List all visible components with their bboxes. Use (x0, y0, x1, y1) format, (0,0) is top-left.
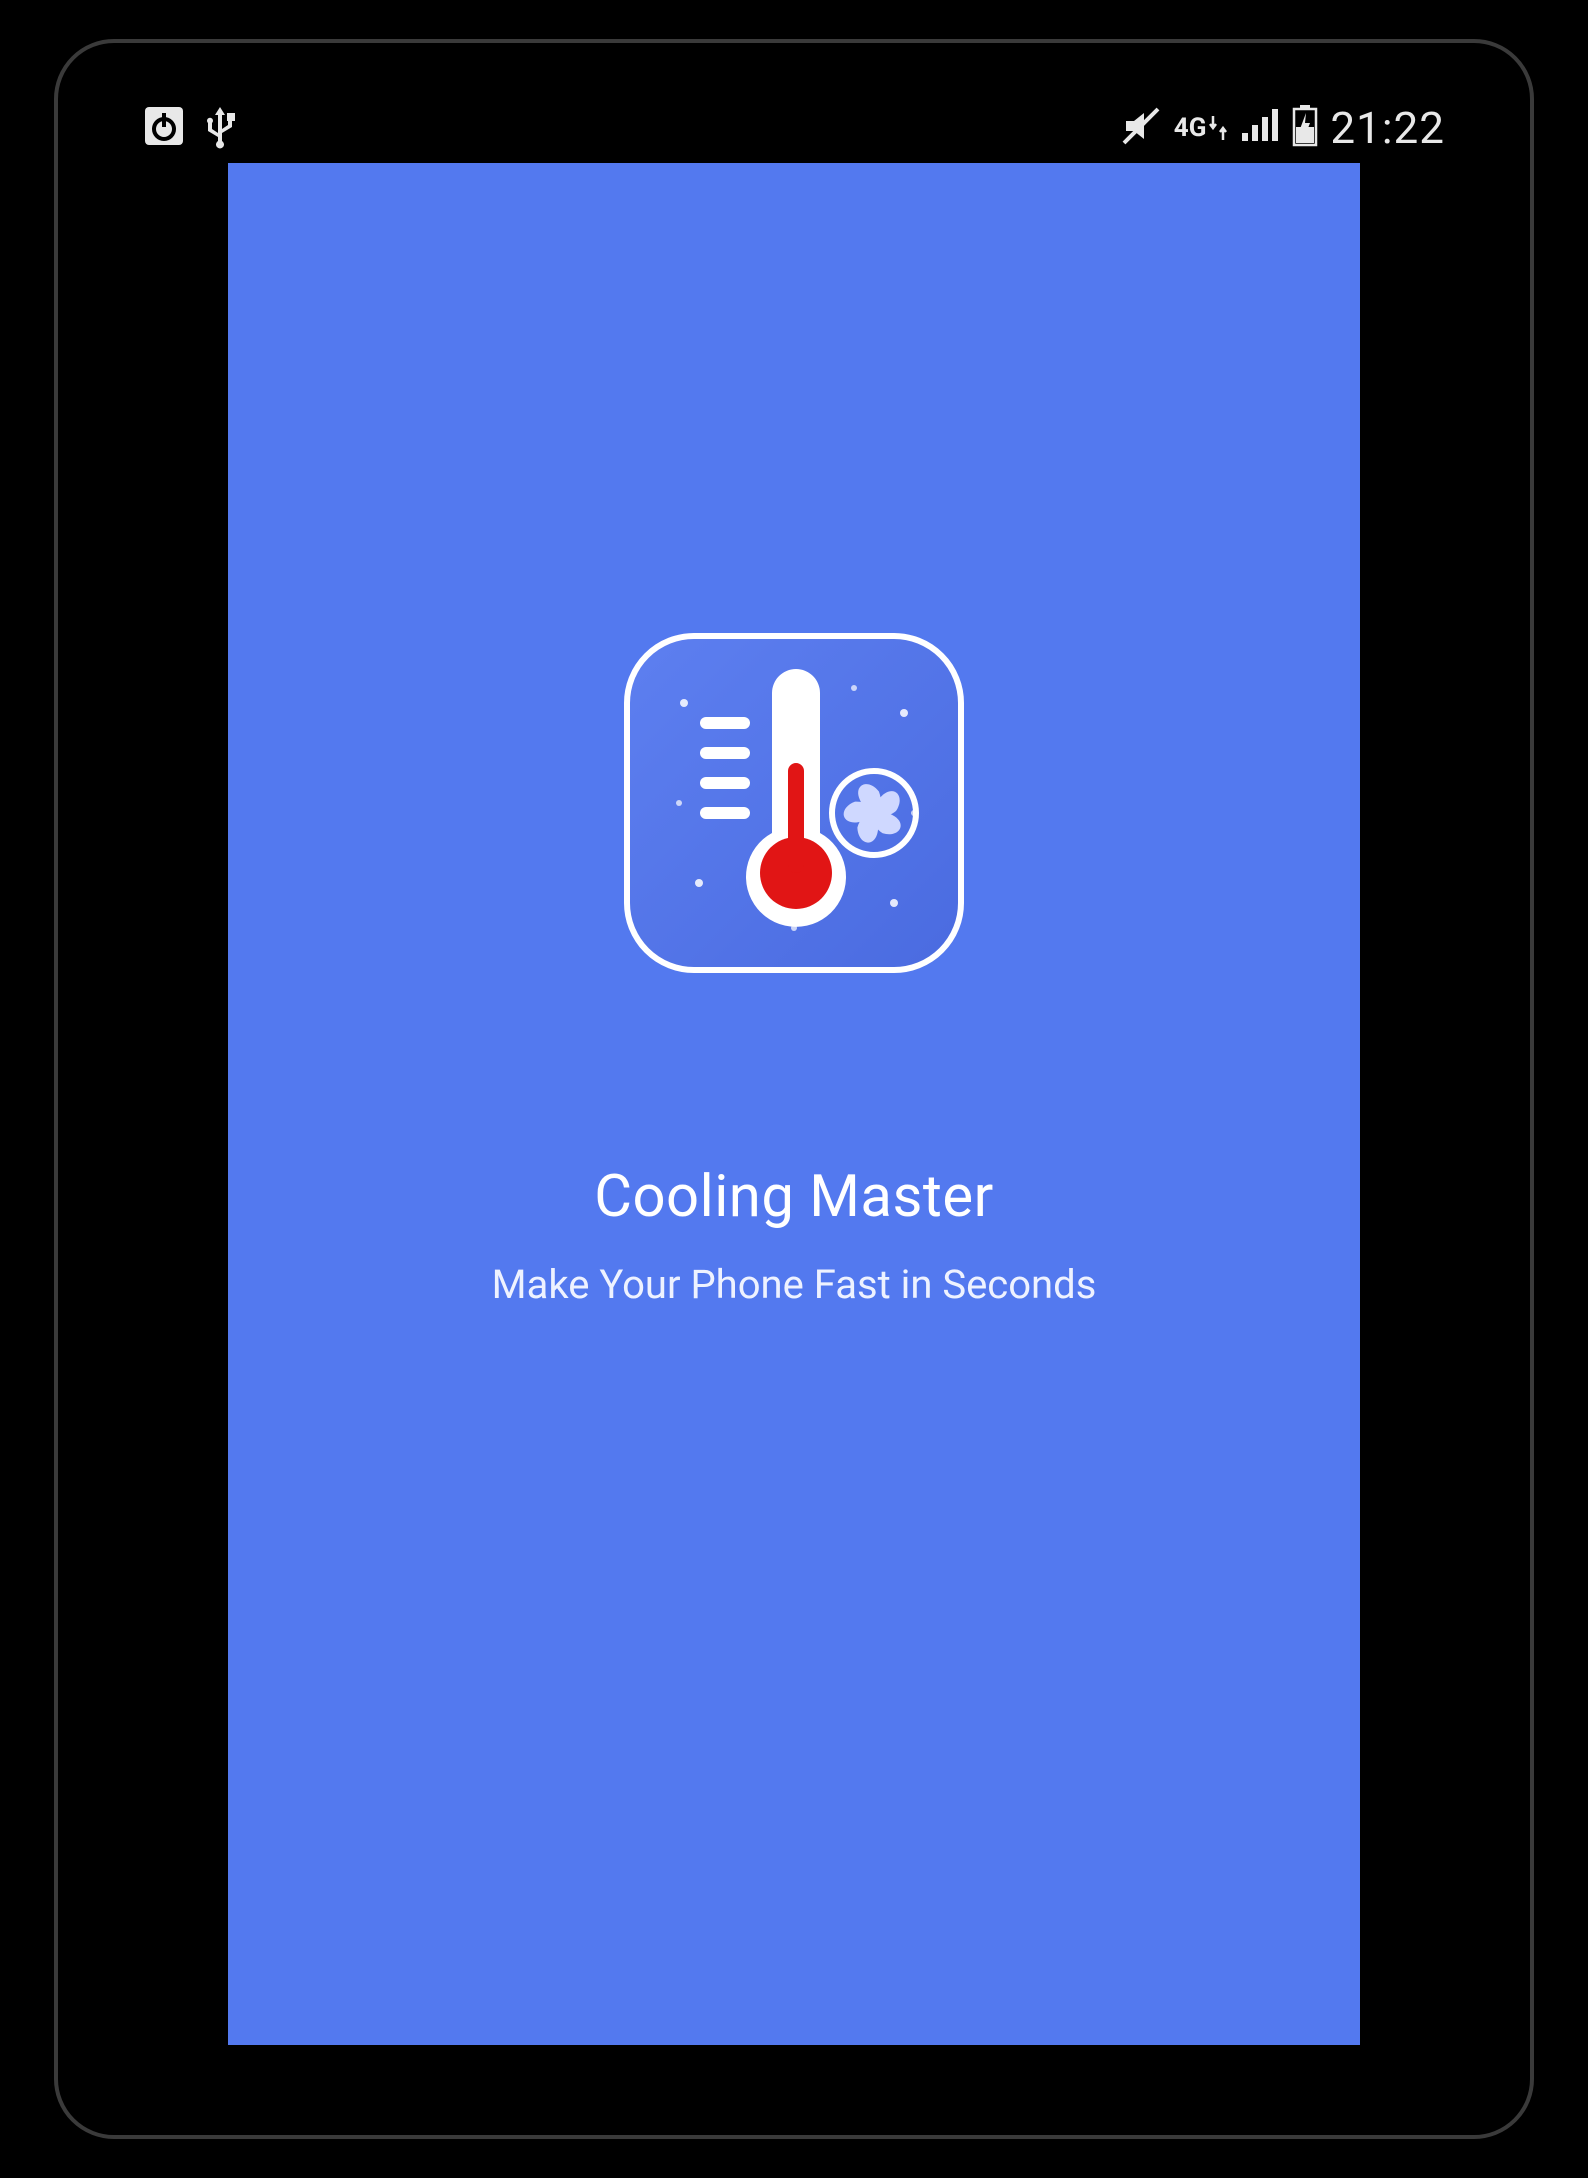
thermometer-fan-icon (644, 653, 944, 953)
usb-icon (203, 103, 237, 153)
app-subtitle: Make Your Phone Fast in Seconds (492, 1261, 1097, 1308)
app-icon (624, 633, 964, 973)
app-splash-screen: Cooling Master Make Your Phone Fast in S… (228, 163, 1360, 2045)
status-clock: 21:22 (1330, 102, 1445, 154)
power-icon (143, 105, 185, 151)
network-4g-icon: 4G (1174, 113, 1229, 143)
device-frame: 4G (54, 39, 1534, 2139)
mute-icon (1120, 105, 1162, 151)
status-bar: 4G (133, 93, 1455, 163)
app-title: Cooling Master (594, 1163, 994, 1231)
battery-icon (1292, 105, 1318, 151)
signal-icon (1240, 109, 1280, 147)
screen: 4G (133, 93, 1455, 2085)
network-label: 4G (1174, 113, 1207, 143)
status-left (143, 103, 237, 153)
status-right: 4G (1120, 102, 1445, 154)
